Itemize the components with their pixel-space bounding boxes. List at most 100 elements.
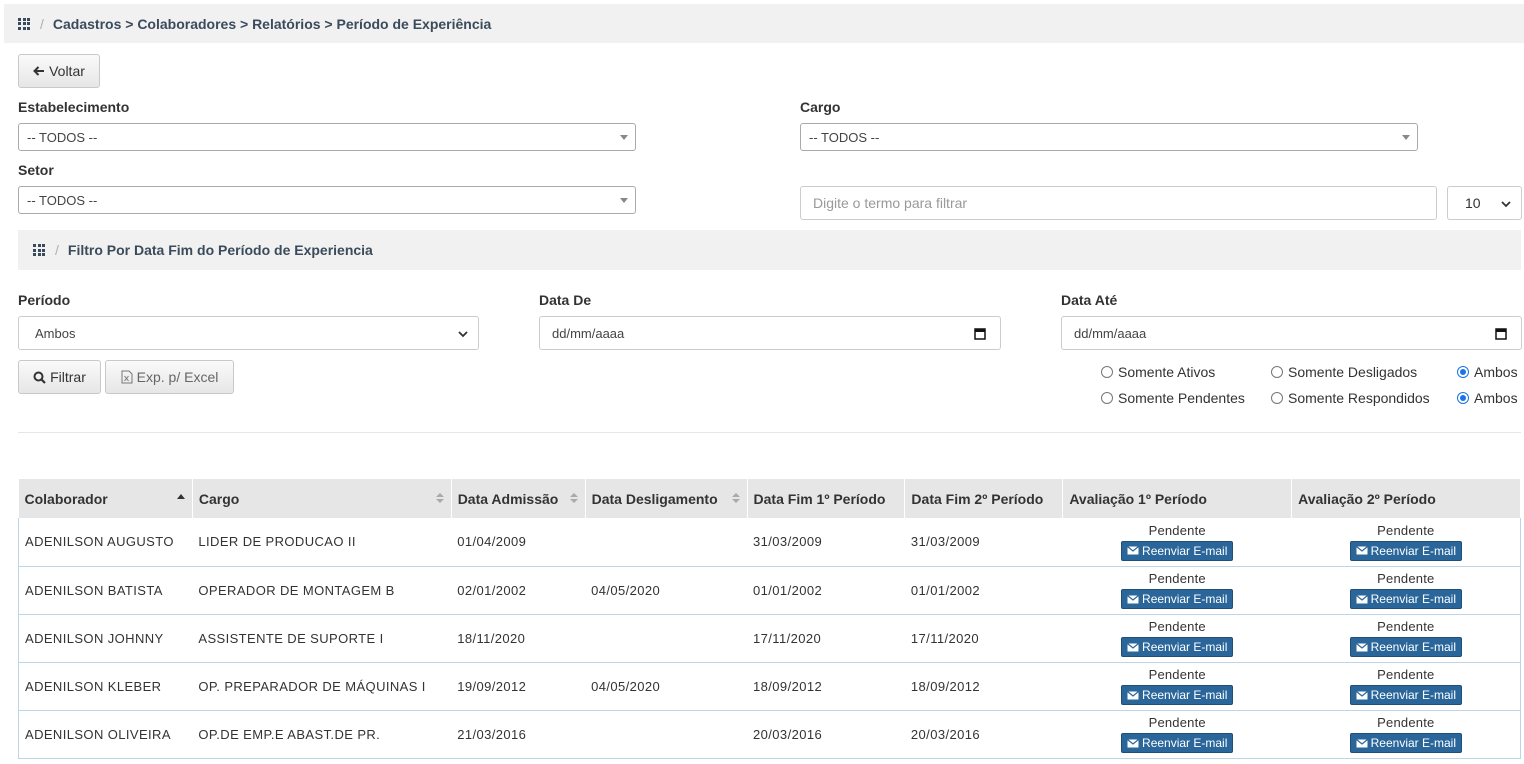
back-button[interactable]: Voltar xyxy=(18,54,100,88)
radio-somente-pendentes[interactable]: Somente Pendentes xyxy=(1101,390,1245,406)
cell-colaborador: ADENILSON OLIVEIRA xyxy=(18,710,193,758)
breadcrumb-path: Cadastros > Colaboradores > Relatórios >… xyxy=(52,15,492,32)
radio-label: Somente Pendentes xyxy=(1118,390,1245,406)
subbar-separator: / xyxy=(55,242,59,258)
status-pendente: Pendente xyxy=(1377,571,1435,586)
envelope-icon xyxy=(1355,690,1368,699)
column-label: Data Desligamento xyxy=(591,490,718,507)
filter-button-label: Filtrar xyxy=(50,369,86,385)
cell-cargo: OP.DE EMP.E ABAST.DE PR. xyxy=(198,726,381,742)
cargo-select[interactable]: -- TODOS -- xyxy=(800,123,1418,151)
status-pendente: Pendente xyxy=(1377,715,1435,730)
breadcrumb-separator: / xyxy=(40,15,44,32)
radio-status-ambos[interactable]: Ambos xyxy=(1457,364,1518,380)
radio-circle-selected[interactable] xyxy=(1457,366,1469,378)
data-de-input[interactable]: dd/mm/aaaa xyxy=(539,316,1001,350)
column-header-colaborador[interactable]: Colaborador xyxy=(18,479,193,518)
radio-somente-desligados[interactable]: Somente Desligados xyxy=(1271,364,1417,380)
setor-label: Setor xyxy=(18,162,54,178)
periodo-select[interactable]: Ambos xyxy=(18,316,479,350)
export-button-label: Exp. p/ Excel xyxy=(136,369,219,385)
radio-label: Ambos xyxy=(1474,364,1518,380)
cell-data-fim-1: 31/03/2009 xyxy=(753,534,823,550)
filter-button[interactable]: Filtrar xyxy=(18,360,101,394)
cell-colaborador: ADENILSON JOHNNY xyxy=(18,614,193,662)
resend-email-button[interactable]: Reenviar E-mail xyxy=(1349,685,1462,705)
cargo-value: -- TODOS -- xyxy=(809,129,880,145)
radio-circle[interactable] xyxy=(1101,366,1113,378)
resend-email-button[interactable]: Reenviar E-mail xyxy=(1121,637,1234,657)
cell-data-admissao: 21/03/2016 xyxy=(457,726,527,742)
radio-circle[interactable] xyxy=(1271,366,1283,378)
column-label: Colaborador xyxy=(24,490,108,507)
cell-data-desligamento xyxy=(585,710,747,758)
resend-label: Reenviar E-mail xyxy=(1370,543,1456,558)
cell-avaliacao-1: Pendente Reenviar E-mail xyxy=(1063,566,1292,614)
cell-data-fim-1: 01/01/2002 xyxy=(753,582,823,598)
status-pendente: Pendente xyxy=(1148,522,1206,538)
column-label: Avaliação 1º Período xyxy=(1069,490,1207,507)
cell-data-admissao: 18/11/2020 xyxy=(457,630,526,646)
data-ate-label: Data Até xyxy=(1061,292,1118,308)
cell-avaliacao-2: Pendente Reenviar E-mail xyxy=(1291,710,1521,758)
cell-cargo: OP. PREPARADOR DE MÁQUINAS I xyxy=(198,678,426,694)
export-excel-button[interactable]: Exp. p/ Excel xyxy=(105,360,234,394)
column-header-avaliacao-1: Avaliação 1º Período xyxy=(1062,479,1293,518)
resend-email-button[interactable]: Reenviar E-mail xyxy=(1121,589,1234,609)
envelope-icon xyxy=(1127,738,1139,747)
resend-label: Reenviar E-mail xyxy=(1370,688,1456,702)
resend-email-button[interactable]: Reenviar E-mail xyxy=(1349,540,1462,561)
apps-grid-icon xyxy=(33,244,45,256)
resend-email-button[interactable]: Reenviar E-mail xyxy=(1121,540,1234,561)
cell-data-desligamento xyxy=(585,614,747,662)
setor-select[interactable]: -- TODOS -- xyxy=(18,186,636,214)
search-input[interactable]: Digite o termo para filtrar xyxy=(800,186,1437,220)
radio-somente-respondidos[interactable]: Somente Respondidos xyxy=(1271,390,1430,406)
resend-email-button[interactable]: Reenviar E-mail xyxy=(1349,637,1462,657)
column-label: Data Admissão xyxy=(457,490,559,507)
cell-data-fim-1: 20/03/2016 xyxy=(753,726,823,742)
periodo-value: Ambos xyxy=(35,325,76,341)
status-pendente: Pendente xyxy=(1148,571,1206,586)
cell-cargo: LIDER DE PRODUCAO II xyxy=(198,534,356,550)
cell-avaliacao-1: Pendente Reenviar E-mail xyxy=(1063,662,1292,710)
cargo-label: Cargo xyxy=(800,99,841,115)
table-row: ADENILSON AUGUSTO LIDER DE PRODUCAO II 0… xyxy=(18,518,1521,566)
arrow-left-icon xyxy=(33,66,45,76)
estabelecimento-value: -- TODOS -- xyxy=(27,129,98,145)
chevron-down-icon xyxy=(1501,201,1511,208)
radio-somente-ativos[interactable]: Somente Ativos xyxy=(1101,364,1215,380)
resend-label: Reenviar E-mail xyxy=(1142,688,1228,702)
resend-email-button[interactable]: Reenviar E-mail xyxy=(1121,733,1234,753)
resend-email-button[interactable]: Reenviar E-mail xyxy=(1349,733,1462,753)
estabelecimento-label: Estabelecimento xyxy=(18,99,130,115)
column-label: Data Fim 1º Período xyxy=(753,490,886,507)
radio-circle-selected[interactable] xyxy=(1457,392,1469,404)
setor-value: -- TODOS -- xyxy=(27,192,98,208)
column-header-data-fim-1: Data Fim 1º Período xyxy=(747,479,906,518)
cell-avaliacao-2: Pendente Reenviar E-mail xyxy=(1291,614,1521,662)
table-row: ADENILSON KLEBER OP. PREPARADOR DE MÁQUI… xyxy=(18,662,1521,710)
radio-circle[interactable] xyxy=(1271,392,1283,404)
estabelecimento-select[interactable]: -- TODOS -- xyxy=(18,123,636,151)
column-header-data-desligamento[interactable]: Data Desligamento xyxy=(585,479,748,518)
cell-cargo: ASSISTENTE DE SUPORTE I xyxy=(198,630,384,646)
envelope-icon xyxy=(1355,546,1368,555)
column-label: Cargo xyxy=(198,490,240,507)
column-header-cargo[interactable]: Cargo xyxy=(192,479,452,518)
calendar-icon[interactable] xyxy=(974,327,986,340)
calendar-icon[interactable] xyxy=(1495,327,1507,340)
resend-email-button[interactable]: Reenviar E-mail xyxy=(1349,589,1462,609)
status-pendente: Pendente xyxy=(1148,619,1206,634)
resend-label: Reenviar E-mail xyxy=(1370,640,1456,654)
cell-data-fim-1: 18/09/2012 xyxy=(753,678,823,694)
resend-email-button[interactable]: Reenviar E-mail xyxy=(1121,685,1234,705)
table-row: ADENILSON OLIVEIRA OP.DE EMP.E ABAST.DE … xyxy=(18,710,1521,758)
radio-resposta-ambos[interactable]: Ambos xyxy=(1457,390,1518,406)
column-header-data-admissao[interactable]: Data Admissão xyxy=(451,479,586,518)
data-ate-input[interactable]: dd/mm/aaaa xyxy=(1061,316,1522,350)
apps-grid-icon[interactable] xyxy=(18,17,30,30)
radio-circle[interactable] xyxy=(1101,392,1113,404)
page-size-select[interactable]: 10 xyxy=(1447,186,1522,220)
chevron-down-icon xyxy=(458,331,468,338)
